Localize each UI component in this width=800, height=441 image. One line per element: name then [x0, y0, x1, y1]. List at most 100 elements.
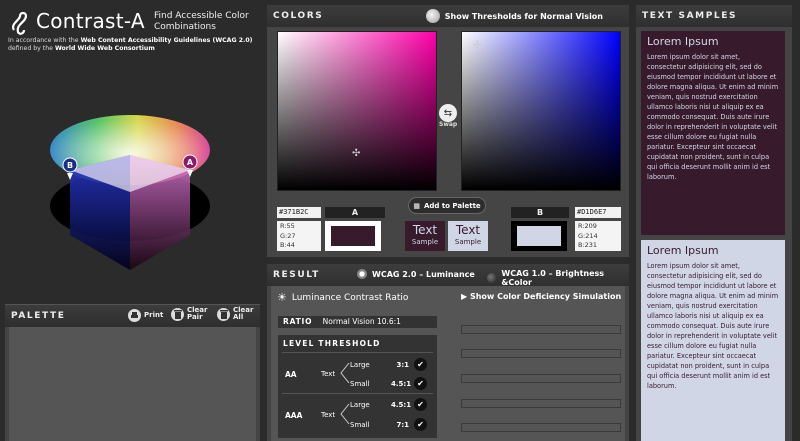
- clear-all-button[interactable]: Clear All: [217, 307, 253, 321]
- wcag1-radio[interactable]: WCAG 1.0 – Brightness &Color: [487, 269, 629, 287]
- sample-light-big: Text: [455, 223, 481, 237]
- hex-input-b[interactable]: #D1D6E7: [575, 207, 621, 218]
- threshold-header: LEVEL THRESHOLD: [283, 339, 381, 348]
- grid-icon: ▦: [413, 201, 420, 210]
- r-value-b: R:209: [578, 222, 597, 230]
- color-picker-b[interactable]: ✣: [461, 31, 621, 191]
- bracket-icon: [340, 362, 350, 384]
- show-thresholds-toggle[interactable]: Show Thresholds for Normal Vision: [425, 9, 603, 23]
- wcag-link[interactable]: Web Content Accessibility Guidelines (WC…: [81, 37, 253, 44]
- ratio-row: RATIO Normal Vision 10.6:1: [278, 316, 437, 328]
- palette-swatch-area[interactable]: [9, 327, 256, 441]
- swatch-frame-b: [511, 221, 567, 251]
- aa-large-value: 3:1: [396, 361, 409, 369]
- luminance-header: ☀ Luminance Contrast Ratio: [277, 291, 408, 304]
- sample-dark-small: Sample: [411, 238, 439, 246]
- print-label: Print: [144, 311, 164, 319]
- app-title: Contrast-A: [36, 9, 145, 33]
- trash-icon: [171, 307, 184, 321]
- print-button[interactable]: Print: [128, 309, 163, 322]
- color-a-label: A: [325, 207, 385, 218]
- text-samples-panel: TEXT SAMPLES Lorem Ipsum Lorem ipsum dol…: [636, 5, 792, 441]
- aa-large-label: Large: [350, 361, 370, 369]
- radio-selected-icon: [357, 269, 367, 279]
- aa-small-label: Small: [350, 380, 370, 388]
- ratio-value: Normal Vision 10.6:1: [322, 317, 401, 326]
- svg-text:A: A: [187, 158, 194, 167]
- simulation-bar: [461, 325, 621, 334]
- radio-unselected-icon: [487, 273, 497, 283]
- check-icon: ✔: [414, 398, 427, 411]
- swatch-b: [517, 226, 561, 246]
- w3c-link[interactable]: World Wide Web Consortium: [55, 45, 155, 52]
- text-samples-title: TEXT SAMPLES: [642, 11, 738, 21]
- swap-button[interactable]: ⇆: [439, 104, 457, 122]
- wcag2-label: WCAG 2.0 – Luminance: [372, 269, 475, 279]
- simulation-bar: [461, 349, 621, 358]
- simulation-bar: [461, 423, 621, 432]
- colors-panel: COLORS Show Thresholds for Normal Vision…: [267, 5, 629, 257]
- wcag1-label: WCAG 1.0 – Brightness &Color: [501, 269, 605, 287]
- clear-pair-label: Clear Pair: [187, 306, 208, 321]
- sample-body-dark: Lorem ipsum dolor sit amet, consectetur …: [647, 53, 779, 181]
- crosshair-icon: ✣: [473, 40, 482, 51]
- sample-body-light: Lorem ipsum dolor sit amet, consectetur …: [647, 262, 779, 390]
- g-value-b: G:214: [578, 231, 598, 240]
- level-aaa: AAA: [285, 411, 303, 420]
- swap-arrows-icon: ⇆: [443, 107, 453, 119]
- sample-heading-dark: Lorem Ipsum: [647, 35, 719, 48]
- text-sample-card-light: Lorem Ipsum Lorem ipsum dolor sit amet, …: [641, 240, 785, 441]
- deficiency-simulation-toggle[interactable]: ▶ Show Color Deficiency Simulation: [461, 292, 621, 301]
- luminance-title: Luminance Contrast Ratio: [291, 292, 409, 303]
- threshold-table: LEVEL THRESHOLD AA Text Large 3:1 ✔ Smal…: [278, 335, 437, 438]
- app-subtitle: In accordance with the Web Content Acces…: [8, 37, 278, 53]
- result-title: RESULT: [273, 270, 320, 280]
- aaa-small-label: Small: [350, 421, 370, 429]
- simulation-bar: [461, 399, 621, 408]
- wcag2-radio[interactable]: WCAG 2.0 – Luminance: [357, 269, 475, 279]
- add-to-palette-button[interactable]: ▦ Add to Palette: [408, 197, 486, 214]
- b-value-b: B:231: [578, 241, 598, 249]
- trash-icon: [217, 307, 230, 321]
- text-sample-card-dark: Lorem Ipsum Lorem ipsum dolor sit amet, …: [641, 31, 785, 235]
- palette-title: PALETTE: [11, 311, 66, 321]
- clear-all-label: Clear All: [233, 306, 254, 321]
- swap-label: Swap: [439, 121, 458, 128]
- aaa-large-value: 4.5:1: [391, 401, 412, 409]
- sample-light-small: Sample: [454, 238, 482, 246]
- g-value-a: G:27: [280, 231, 296, 240]
- sun-icon: ☀: [277, 291, 287, 304]
- color-picker-a[interactable]: ✣: [277, 31, 437, 191]
- colors-header: COLORS Show Thresholds for Normal Vision: [267, 5, 629, 27]
- check-icon: ✔: [414, 358, 427, 371]
- clear-pair-button[interactable]: Clear Pair: [171, 307, 211, 321]
- thresholds-label: Show Thresholds for Normal Vision: [444, 11, 603, 21]
- rgb-values-a: R:55 G:27 B:44: [277, 221, 321, 251]
- check-icon: ✔: [414, 418, 427, 431]
- add-to-palette-label: Add to Palette: [423, 201, 481, 210]
- crosshair-icon: ✣: [352, 148, 361, 159]
- check-icon: ✔: [414, 377, 427, 390]
- color-wheel[interactable]: B A: [40, 110, 220, 280]
- colors-title: COLORS: [273, 11, 324, 21]
- printer-icon: [128, 309, 141, 322]
- subtitle-prefix: In accordance with the: [8, 37, 79, 44]
- hex-input-a[interactable]: #371B2C: [277, 207, 321, 218]
- globe-icon: [425, 9, 440, 23]
- sample-heading-light: Lorem Ipsum: [647, 244, 719, 257]
- aaa-text-label: Text: [321, 411, 336, 419]
- palette-panel: PALETTE Print Clear Pair Clear All: [5, 304, 260, 441]
- contrast-logo-icon: [12, 11, 28, 35]
- color-b-label: B: [511, 207, 569, 218]
- svg-text:B: B: [67, 161, 73, 170]
- sample-dark-big: Text: [412, 223, 438, 237]
- b-value-a: B:44: [280, 241, 295, 249]
- ratio-label: RATIO: [283, 317, 313, 326]
- aaa-large-label: Large: [350, 401, 370, 409]
- text-sample-dark: Text Sample: [405, 221, 445, 251]
- aa-text-label: Text: [321, 370, 336, 378]
- bracket-icon: [340, 403, 350, 425]
- text-samples-header: TEXT SAMPLES: [636, 5, 792, 27]
- aaa-small-value: 7:1: [396, 421, 409, 429]
- app-tagline: Find Accessible Color Combinations: [154, 11, 249, 32]
